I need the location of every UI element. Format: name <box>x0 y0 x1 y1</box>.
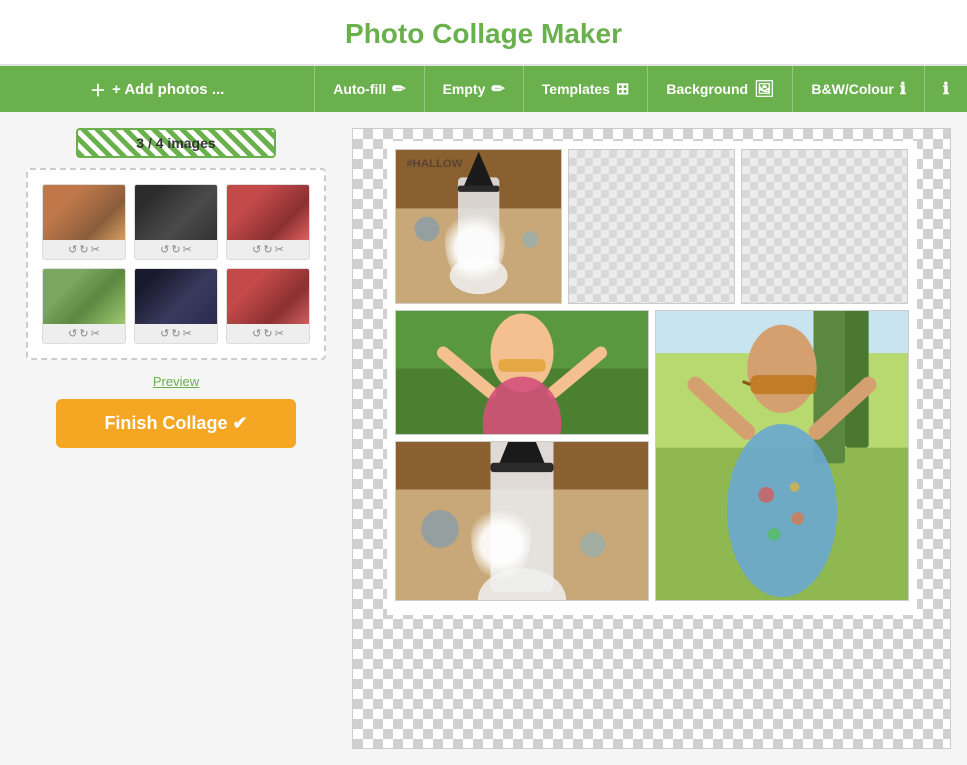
templates-button[interactable]: Templates ⊞ <box>524 66 649 112</box>
preview-link[interactable]: Preview <box>153 374 199 389</box>
main-content: 3 / 4 images ↺↻✂ ↺↻✂ <box>0 112 967 765</box>
main-toolbar: ＋ + Add photos ... Auto-fill ✏ Empty ✏ T… <box>0 66 967 112</box>
bwcolour-icon: ℹ <box>900 79 906 99</box>
thumb-controls: ↺↻✂ <box>43 324 125 343</box>
autofill-button[interactable]: Auto-fill ✏ <box>315 66 424 112</box>
info-icon: ℹ <box>943 79 949 99</box>
thumb-controls: ↺↻✂ <box>135 324 217 343</box>
autofill-icon: ✏ <box>392 79 405 99</box>
bwcolour-button[interactable]: B&W/Colour ℹ <box>793 66 925 112</box>
collage-cell-halloween2[interactable]: #HALLOW <box>395 441 649 601</box>
thumb-controls: ↺↻✂ <box>227 240 309 259</box>
thumb-controls: ↺↻✂ <box>227 324 309 343</box>
collage-cell-empty-2[interactable] <box>741 149 908 304</box>
finish-collage-button[interactable]: Finish Collage ✔ <box>56 399 296 448</box>
app-title: Photo Collage Maker <box>0 18 967 50</box>
background-icon: 🖼 <box>754 79 774 99</box>
templates-icon: ⊞ <box>616 79 629 99</box>
list-item[interactable]: ↺↻✂ <box>226 184 310 260</box>
collage-cell-sunglasses[interactable] <box>655 310 909 601</box>
background-button[interactable]: Background 🖼 <box>648 66 793 112</box>
image-grid: ↺↻✂ ↺↻✂ ↺↻✂ <box>42 184 310 344</box>
image-grid-container: ↺↻✂ ↺↻✂ ↺↻✂ <box>26 168 326 360</box>
image-count-badge: 3 / 4 images <box>76 128 276 158</box>
image-count-text: 3 / 4 images <box>136 135 215 151</box>
add-photos-button[interactable]: ＋ + Add photos ... <box>0 66 315 112</box>
list-item[interactable]: ↺↻✂ <box>226 268 310 344</box>
list-item[interactable]: ↺↻✂ <box>42 268 126 344</box>
thumb-controls: ↺↻✂ <box>135 240 217 259</box>
collage-cell-dancing[interactable] <box>395 310 649 435</box>
right-panel: #HALLOW <box>352 128 951 749</box>
collage-cell[interactable]: #HALLOW <box>395 149 562 304</box>
info-button[interactable]: ℹ <box>925 66 967 112</box>
empty-icon: ✏ <box>491 79 504 99</box>
collage-bottom-section: #HALLOW <box>395 310 909 601</box>
plus-icon: ＋ <box>90 77 106 101</box>
list-item[interactable]: ↺↻✂ <box>134 184 218 260</box>
list-item[interactable]: ↺↻✂ <box>134 268 218 344</box>
collage-canvas: #HALLOW <box>387 141 917 615</box>
empty-button[interactable]: Empty ✏ <box>425 66 524 112</box>
left-panel: 3 / 4 images ↺↻✂ ↺↻✂ <box>16 128 336 749</box>
app-header: Photo Collage Maker <box>0 0 967 66</box>
list-item[interactable]: ↺↻✂ <box>42 184 126 260</box>
collage-top-row: #HALLOW <box>395 149 909 304</box>
svg-text:#HALLOW: #HALLOW <box>406 158 462 170</box>
collage-cell-empty-1[interactable] <box>568 149 735 304</box>
thumb-controls: ↺↻✂ <box>43 240 125 259</box>
